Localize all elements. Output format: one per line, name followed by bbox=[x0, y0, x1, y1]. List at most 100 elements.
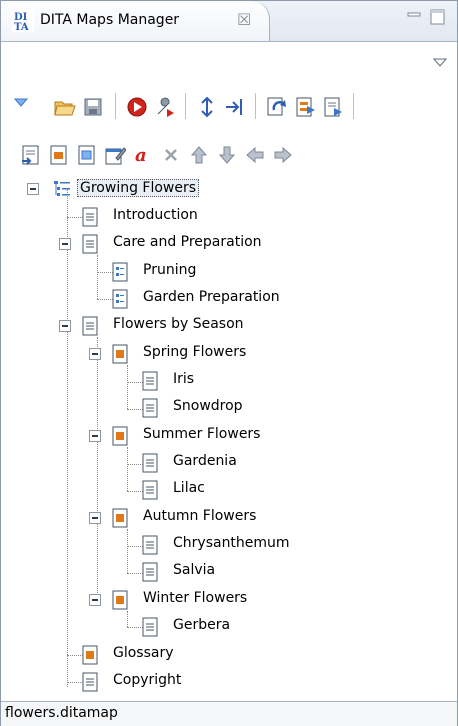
tree-node-label[interactable]: Summer Flowers bbox=[143, 426, 260, 442]
toolbar-separator bbox=[353, 93, 355, 119]
topic-head-icon bbox=[82, 645, 98, 665]
edit-toolbar: a bbox=[1, 139, 457, 171]
collapse-toggle[interactable] bbox=[59, 320, 71, 332]
tree-node-topic[interactable]: Pruning bbox=[1, 260, 457, 284]
task-topic-icon bbox=[112, 262, 128, 282]
edit-properties-icon[interactable] bbox=[103, 143, 127, 167]
view-menu-icon[interactable] bbox=[433, 57, 447, 67]
tree-node-label[interactable]: Flowers by Season bbox=[113, 316, 244, 332]
tree-node-label[interactable]: Autumn Flowers bbox=[143, 508, 256, 524]
tree-node-label[interactable]: Iris bbox=[173, 371, 194, 387]
topic-ref-icon bbox=[142, 535, 158, 555]
tree-node-label[interactable]: Copyright bbox=[113, 672, 181, 688]
insert-reference-icon[interactable] bbox=[19, 143, 43, 167]
topic-head-icon bbox=[112, 426, 128, 446]
tree-node-topichead[interactable]: Summer Flowers bbox=[1, 424, 457, 448]
tree-node-label[interactable]: Winter Flowers bbox=[143, 590, 247, 606]
collapse-toggle[interactable] bbox=[27, 183, 39, 195]
status-bar: flowers.ditamap bbox=[1, 701, 457, 726]
tree-node-topichead[interactable]: Spring Flowers bbox=[1, 342, 457, 366]
topic-head-icon bbox=[112, 508, 128, 528]
check-references-icon[interactable] bbox=[223, 95, 247, 119]
tree-node-label[interactable]: Garden Preparation bbox=[143, 289, 280, 305]
tree-node-topic[interactable]: Iris bbox=[1, 369, 457, 393]
svg-text:a: a bbox=[135, 145, 147, 166]
collapse-toggle[interactable] bbox=[59, 238, 71, 250]
dropdown-menu-icon[interactable] bbox=[9, 91, 33, 115]
minimize-view-icon[interactable] bbox=[405, 8, 423, 26]
refresh-references-icon[interactable] bbox=[265, 95, 289, 119]
configure-transformation-icon[interactable] bbox=[153, 95, 177, 119]
open-folder-icon[interactable] bbox=[53, 95, 77, 119]
toolbar-separator bbox=[115, 93, 117, 119]
topic-ref-icon bbox=[142, 617, 158, 637]
map-root-icon bbox=[54, 181, 70, 196]
tree-node-topic[interactable]: Introduction bbox=[1, 205, 457, 229]
maximize-view-icon[interactable] bbox=[429, 8, 447, 26]
run-transformation-icon[interactable] bbox=[125, 95, 149, 119]
map-tree: Growing Flowers Introduction Care and Pr… bbox=[1, 173, 457, 693]
tree-node-topic[interactable]: Flowers by Season bbox=[1, 314, 457, 338]
insert-topic-heading-icon[interactable] bbox=[47, 143, 71, 167]
export-map-icon[interactable] bbox=[321, 95, 345, 119]
topic-ref-icon bbox=[142, 480, 158, 500]
svg-text:TA: TA bbox=[14, 22, 29, 32]
tree-node-topichead[interactable]: Autumn Flowers bbox=[1, 506, 457, 530]
topic-head-icon bbox=[112, 344, 128, 364]
tree-node-label[interactable]: Salvia bbox=[173, 562, 215, 578]
tree-node-label[interactable]: Snowdrop bbox=[173, 398, 243, 414]
tree-node-topic[interactable]: Garden Preparation bbox=[1, 287, 457, 311]
collapse-toggle[interactable] bbox=[89, 512, 101, 524]
validate-icon[interactable] bbox=[195, 95, 219, 119]
view-tab-row: DI TA DITA Maps Manager ☒ bbox=[1, 1, 457, 42]
delete-icon[interactable] bbox=[159, 143, 183, 167]
topic-ref-icon bbox=[142, 371, 158, 391]
tree-node-label[interactable]: Introduction bbox=[113, 207, 198, 223]
tree-node-topic[interactable]: Snowdrop bbox=[1, 396, 457, 420]
topic-ref-icon bbox=[82, 207, 98, 227]
toolbar-separator bbox=[185, 93, 187, 119]
tree-node-topic[interactable]: Salvia bbox=[1, 560, 457, 584]
move-down-icon[interactable] bbox=[215, 143, 239, 167]
topic-ref-icon bbox=[142, 453, 158, 473]
view-menu-bar bbox=[1, 42, 457, 76]
tree-node-topic[interactable]: Lilac bbox=[1, 478, 457, 502]
tree-node-label[interactable]: Gerbera bbox=[173, 617, 230, 633]
tree-node-topichead[interactable]: Glossary bbox=[1, 643, 457, 667]
topic-ref-icon bbox=[142, 398, 158, 418]
tree-node-topic[interactable]: Care and Preparation bbox=[1, 232, 457, 256]
tree-node-root[interactable]: Growing Flowers bbox=[1, 177, 457, 201]
dita-map-icon: DI TA bbox=[12, 10, 34, 32]
tree-node-label[interactable]: Care and Preparation bbox=[113, 234, 262, 250]
topic-ref-icon bbox=[82, 316, 98, 336]
save-icon[interactable] bbox=[81, 95, 105, 119]
demote-icon[interactable] bbox=[271, 143, 295, 167]
topic-ref-icon bbox=[82, 672, 98, 692]
collapse-toggle[interactable] bbox=[89, 594, 101, 606]
close-view-icon[interactable]: ☒ bbox=[237, 10, 251, 29]
tree-node-label[interactable]: Growing Flowers bbox=[77, 179, 200, 197]
tree-node-topic[interactable]: Gardenia bbox=[1, 451, 457, 475]
tree-node-label[interactable]: Lilac bbox=[173, 480, 205, 496]
tree-node-label[interactable]: Gardenia bbox=[173, 453, 237, 469]
view-tab[interactable]: DI TA DITA Maps Manager ☒ bbox=[1, 1, 270, 41]
topic-ref-icon bbox=[82, 234, 98, 254]
collapse-toggle[interactable] bbox=[89, 430, 101, 442]
edit-attributes-icon[interactable]: a bbox=[131, 143, 155, 167]
collapse-toggle[interactable] bbox=[89, 348, 101, 360]
tree-node-topic[interactable]: Gerbera bbox=[1, 615, 457, 639]
insert-topic-group-icon[interactable] bbox=[75, 143, 99, 167]
main-toolbar bbox=[1, 91, 457, 123]
tree-node-topic[interactable]: Copyright bbox=[1, 670, 457, 694]
move-up-icon[interactable] bbox=[187, 143, 211, 167]
view-title: DITA Maps Manager bbox=[40, 12, 180, 28]
open-map-in-editor-icon[interactable] bbox=[293, 95, 317, 119]
promote-icon[interactable] bbox=[243, 143, 267, 167]
tree-node-label[interactable]: Spring Flowers bbox=[143, 344, 246, 360]
tree-node-label[interactable]: Glossary bbox=[113, 645, 174, 661]
current-map-file: flowers.ditamap bbox=[5, 705, 118, 721]
tree-node-label[interactable]: Pruning bbox=[143, 262, 196, 278]
tree-node-topichead[interactable]: Winter Flowers bbox=[1, 588, 457, 612]
tree-node-label[interactable]: Chrysanthemum bbox=[173, 535, 290, 551]
tree-node-topic[interactable]: Chrysanthemum bbox=[1, 533, 457, 557]
